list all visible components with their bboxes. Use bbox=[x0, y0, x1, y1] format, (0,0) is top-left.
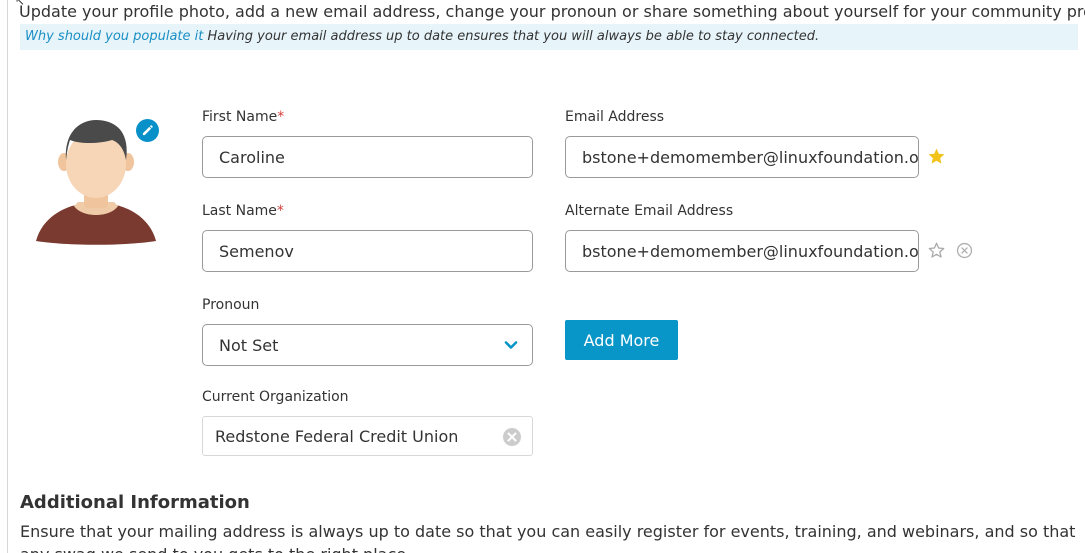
edit-photo-button[interactable] bbox=[136, 119, 159, 142]
additional-info-description: Ensure that your mailing address is alwa… bbox=[20, 522, 1076, 553]
intro-text: Update your profile photo, add a new ema… bbox=[19, 2, 1085, 21]
first-name-value: Caroline bbox=[219, 147, 285, 167]
clear-icon[interactable] bbox=[502, 427, 522, 447]
email-value: bstone+demomember@linuxfoundation.or bbox=[582, 147, 919, 167]
pencil-icon bbox=[142, 125, 153, 136]
info-bar: Why should you populate it Having your e… bbox=[20, 24, 1078, 50]
left-divider bbox=[7, 0, 8, 553]
star-filled-icon[interactable] bbox=[927, 147, 946, 166]
last-name-label: Last Name* bbox=[202, 203, 284, 219]
alt-email-label: Alternate Email Address bbox=[565, 203, 734, 219]
organization-value: Redstone Federal Credit Union bbox=[215, 426, 459, 446]
alt-email-input[interactable]: bstone+demomember@linuxfoundation.or bbox=[565, 230, 919, 272]
additional-info-title: Additional Information bbox=[20, 492, 250, 513]
star-outline-icon[interactable] bbox=[927, 241, 946, 260]
last-name-input[interactable]: Semenov bbox=[202, 230, 533, 272]
pronoun-label: Pronoun bbox=[202, 297, 260, 313]
required-mark: * bbox=[277, 109, 285, 125]
first-name-label: First Name* bbox=[202, 109, 285, 125]
profile-page: ↖ Update your profile photo, add a new e… bbox=[0, 0, 1085, 553]
chevron-down-icon bbox=[504, 341, 518, 349]
pronoun-select[interactable]: Not Set bbox=[202, 324, 533, 366]
add-more-button[interactable]: Add More bbox=[565, 320, 678, 360]
organization-input[interactable]: Redstone Federal Credit Union bbox=[202, 416, 533, 456]
pronoun-value: Not Set bbox=[219, 335, 279, 355]
info-message: Having your email address up to date ens… bbox=[207, 29, 820, 44]
email-label: Email Address bbox=[565, 109, 665, 125]
close-circle-icon[interactable] bbox=[956, 242, 973, 259]
email-input[interactable]: bstone+demomember@linuxfoundation.or bbox=[565, 136, 919, 178]
why-populate-link[interactable]: Why should you populate it bbox=[25, 29, 203, 44]
organization-label: Current Organization bbox=[202, 389, 349, 405]
required-mark: * bbox=[276, 203, 284, 219]
last-name-value: Semenov bbox=[219, 241, 294, 261]
first-name-input[interactable]: Caroline bbox=[202, 136, 533, 178]
alt-email-value: bstone+demomember@linuxfoundation.or bbox=[582, 241, 919, 261]
